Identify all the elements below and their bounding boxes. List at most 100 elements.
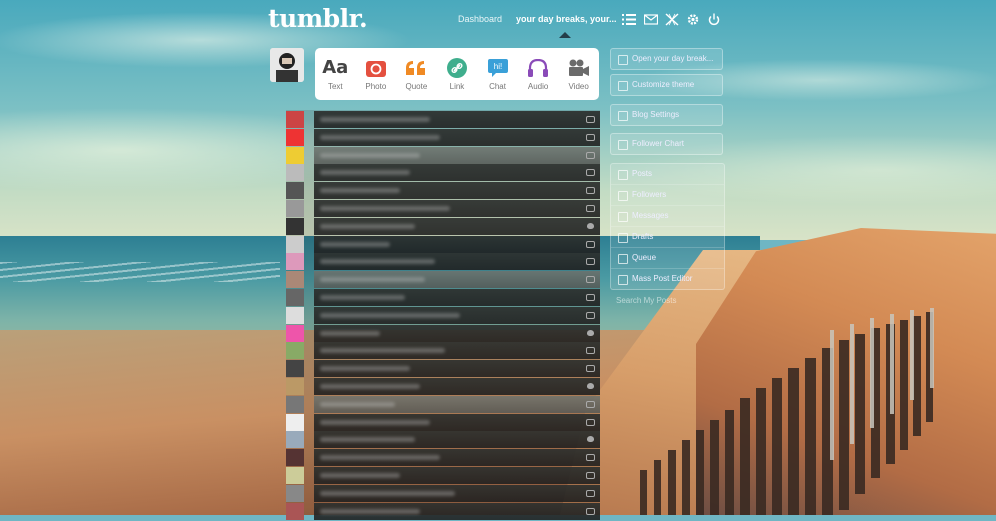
feed-avatar[interactable]	[286, 484, 304, 502]
feed-avatar[interactable]	[286, 235, 304, 253]
feed-post-row[interactable]	[286, 306, 600, 325]
feed-post-bar[interactable]	[314, 413, 600, 431]
reblog-icon[interactable]	[586, 311, 595, 320]
sidebar-item-mass-post-editor[interactable]: Mass Post Editor	[611, 269, 724, 289]
feed-post-bar[interactable]	[314, 502, 600, 520]
nav-blog-link[interactable]: your day breaks, your...	[516, 14, 617, 24]
feed-post-row[interactable]	[286, 200, 600, 218]
feed-avatar[interactable]	[286, 342, 304, 360]
feed-post-row[interactable]	[286, 484, 600, 503]
reblog-icon[interactable]	[586, 151, 595, 160]
feed-post-bar[interactable]	[314, 467, 600, 484]
reblog-icon[interactable]	[586, 507, 595, 516]
post-chat-button[interactable]: hi! Chat	[478, 57, 518, 91]
feed-post-bar[interactable]	[314, 342, 600, 360]
feed-post-bar[interactable]	[314, 164, 600, 182]
feed-post-bar[interactable]	[314, 395, 600, 413]
gear-icon[interactable]	[686, 13, 700, 26]
blog-settings-button[interactable]: Blog Settings	[610, 104, 723, 126]
sidebar-item-followers[interactable]: Followers	[611, 185, 724, 206]
feed-avatar[interactable]	[286, 200, 304, 217]
feed-post-row[interactable]	[286, 342, 600, 360]
reblog-icon[interactable]	[586, 346, 595, 355]
tumblr-logo[interactable]: tumblr.	[268, 4, 368, 33]
feed-post-bar[interactable]	[314, 271, 600, 289]
follower-chart-button[interactable]: Follower Chart	[610, 133, 723, 155]
power-icon[interactable]	[707, 13, 721, 26]
post-photo-button[interactable]: Photo	[356, 57, 396, 91]
feed-post-row[interactable]	[286, 324, 600, 343]
sidebar-item-queue[interactable]: Queue	[611, 248, 724, 269]
sidebar-item-posts[interactable]: Posts	[611, 164, 724, 185]
feed-avatar[interactable]	[286, 360, 304, 378]
search-my-posts-input[interactable]: Search My Posts	[610, 296, 729, 310]
feed-post-bar[interactable]	[314, 200, 600, 217]
feed-post-row[interactable]	[286, 289, 600, 307]
reblog-icon[interactable]	[586, 133, 595, 142]
nav-dashboard-link[interactable]: Dashboard	[458, 14, 502, 24]
feed-post-row[interactable]	[286, 502, 600, 521]
x-icon[interactable]	[665, 13, 679, 26]
feed-post-bar[interactable]	[314, 111, 600, 128]
feed-post-bar[interactable]	[314, 235, 600, 253]
feed-avatar[interactable]	[286, 502, 304, 520]
reblog-icon[interactable]	[586, 115, 595, 124]
feed-post-bar[interactable]	[314, 182, 600, 200]
feed-avatar[interactable]	[286, 289, 304, 306]
feed-post-row[interactable]	[286, 378, 600, 396]
like-icon[interactable]	[586, 222, 595, 231]
feed-post-row[interactable]	[286, 360, 600, 378]
feed-post-bar[interactable]	[314, 146, 600, 164]
feed-post-bar[interactable]	[314, 306, 600, 324]
feed-post-row[interactable]	[286, 182, 600, 200]
feed-post-bar[interactable]	[314, 324, 600, 342]
feed-post-row[interactable]	[286, 217, 600, 236]
feed-avatar[interactable]	[286, 431, 304, 449]
reblog-icon[interactable]	[586, 489, 595, 498]
feed-post-row[interactable]	[286, 128, 600, 147]
feed-post-row[interactable]	[286, 253, 600, 271]
feed-post-row[interactable]	[286, 164, 600, 182]
reblog-icon[interactable]	[586, 186, 595, 195]
feed-post-bar[interactable]	[314, 449, 600, 467]
post-text-button[interactable]: Aa Text	[315, 57, 355, 91]
feed-post-bar[interactable]	[314, 217, 600, 235]
reblog-icon[interactable]	[586, 453, 595, 462]
like-icon[interactable]	[586, 382, 595, 391]
reblog-icon[interactable]	[586, 257, 595, 266]
feed-avatar[interactable]	[286, 128, 304, 146]
feed-post-row[interactable]	[286, 467, 600, 485]
reblog-icon[interactable]	[586, 418, 595, 427]
feed-avatar[interactable]	[286, 253, 304, 271]
feed-post-bar[interactable]	[314, 128, 600, 146]
reblog-icon[interactable]	[586, 240, 595, 249]
feed-avatar[interactable]	[286, 146, 304, 164]
feed-avatar[interactable]	[286, 467, 304, 484]
feed-post-bar[interactable]	[314, 378, 600, 395]
feed-avatar[interactable]	[286, 217, 304, 235]
feed-post-bar[interactable]	[314, 484, 600, 502]
feed-post-row[interactable]	[286, 146, 600, 165]
customize-theme-button[interactable]: Customize theme	[610, 74, 723, 96]
feed-post-row[interactable]	[286, 395, 600, 414]
feed-avatar[interactable]	[286, 324, 304, 342]
feed-post-bar[interactable]	[314, 360, 600, 378]
reblog-icon[interactable]	[586, 275, 595, 284]
feed-post-row[interactable]	[286, 235, 600, 254]
feed-post-row[interactable]	[286, 449, 600, 467]
feed-post-row[interactable]	[286, 111, 600, 129]
mail-icon[interactable]	[644, 13, 658, 26]
post-video-button[interactable]: Video	[559, 57, 599, 91]
like-icon[interactable]	[586, 329, 595, 338]
reblog-icon[interactable]	[586, 400, 595, 409]
reblog-icon[interactable]	[586, 293, 595, 302]
list-icon[interactable]	[622, 13, 636, 26]
post-audio-button[interactable]: Audio	[518, 57, 558, 91]
reblog-icon[interactable]	[586, 364, 595, 373]
feed-avatar[interactable]	[286, 111, 304, 128]
feed-post-row[interactable]	[286, 431, 600, 449]
sidebar-item-drafts[interactable]: Drafts	[611, 227, 724, 248]
like-icon[interactable]	[586, 435, 595, 444]
reblog-icon[interactable]	[586, 471, 595, 480]
feed-post-bar[interactable]	[314, 289, 600, 306]
